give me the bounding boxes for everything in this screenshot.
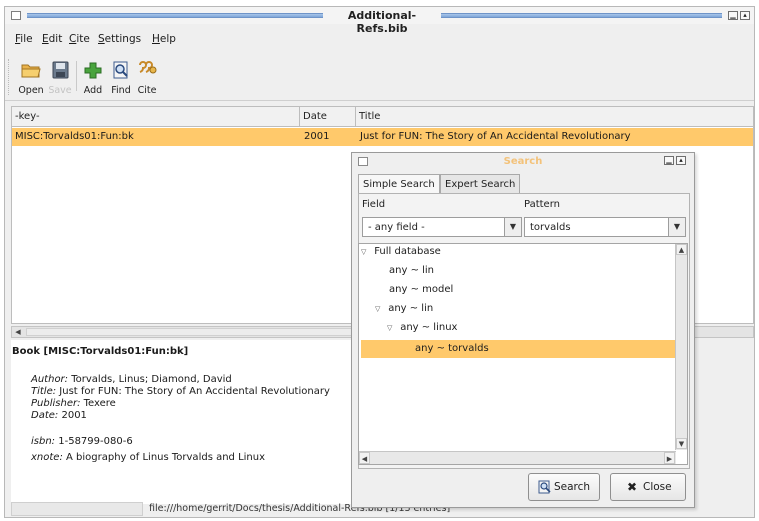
title-stripe-right bbox=[441, 13, 722, 18]
preview-date: Date: 2001 bbox=[31, 410, 87, 421]
scrollbar-thumb[interactable] bbox=[26, 328, 356, 336]
tree-horizontal-scrollbar[interactable]: ◀ ▶ bbox=[359, 451, 676, 464]
table-header: -key- Date Title bbox=[12, 107, 753, 127]
scroll-left-icon[interactable]: ◀ bbox=[359, 452, 370, 464]
field-select[interactable]: - any field - ▼ bbox=[362, 217, 522, 237]
menu-bar: File Edit Cite Settings Help bbox=[5, 29, 754, 49]
cell-title: Just for FUN: The Story of An Accidental… bbox=[360, 131, 631, 142]
menu-help[interactable]: Help bbox=[152, 33, 176, 45]
preview-title: Title: Just for FUN: The Story of An Acc… bbox=[31, 386, 330, 397]
column-header-date[interactable]: Date bbox=[300, 107, 356, 126]
search-history-tree: ▽ Full database any ~ lin any ~ model ▽ … bbox=[358, 243, 688, 465]
scroll-left-icon[interactable]: ◀ bbox=[13, 327, 23, 337]
save-label: Save bbox=[48, 85, 72, 96]
tree-node[interactable]: ▽ any ~ linux bbox=[387, 322, 675, 340]
preview-header: Book [MISC:Torvalds01:Fun:bk] bbox=[12, 346, 189, 357]
scroll-right-icon[interactable]: ▶ bbox=[664, 452, 675, 464]
expander-open-icon[interactable]: ▽ bbox=[375, 305, 385, 313]
column-header-title[interactable]: Title bbox=[356, 107, 753, 126]
preview-isbn: isbn: 1-58799-080-6 bbox=[31, 436, 133, 447]
status-progress bbox=[11, 502, 143, 516]
table-row[interactable]: MISC:Torvalds01:Fun:bk 2001 Just for FUN… bbox=[12, 128, 753, 146]
tree-node-full-database[interactable]: ▽ Full database bbox=[361, 246, 675, 264]
entry-preview: Book [MISC:Torvalds01:Fun:bk] Author: To… bbox=[11, 340, 357, 504]
tree-node[interactable]: any ~ model bbox=[389, 284, 675, 302]
expander-open-icon[interactable]: ▽ bbox=[387, 324, 397, 332]
close-button-label: Close bbox=[643, 481, 672, 493]
tree-node[interactable]: any ~ lin bbox=[389, 265, 675, 283]
save-button[interactable]: Save bbox=[45, 59, 75, 99]
toolbar-separator bbox=[76, 61, 77, 91]
menu-edit[interactable]: Edit bbox=[42, 33, 62, 45]
toolbar-grip[interactable] bbox=[8, 59, 12, 95]
field-label: Field bbox=[362, 199, 386, 210]
minimize-icon[interactable]: ▁ bbox=[728, 11, 738, 20]
search-button-label: Search bbox=[554, 481, 591, 493]
tab-simple-search[interactable]: Simple Search bbox=[358, 174, 440, 194]
menu-file[interactable]: File bbox=[15, 33, 33, 45]
pattern-combo-value: torvalds bbox=[530, 222, 571, 233]
dialog-maximize-icon[interactable]: ▴ bbox=[676, 156, 686, 165]
expander-open-icon[interactable]: ▽ bbox=[361, 248, 371, 256]
menu-settings[interactable]: Settings bbox=[98, 33, 141, 45]
dialog-title: Search bbox=[503, 156, 543, 167]
search-icon bbox=[538, 480, 551, 494]
close-button[interactable]: ✖ Close bbox=[610, 473, 686, 501]
tree-node[interactable]: ▽ any ~ lin bbox=[375, 303, 675, 321]
tree-node-selected[interactable]: any ~ torvalds bbox=[361, 340, 675, 358]
tab-expert-search[interactable]: Expert Search bbox=[440, 174, 521, 193]
cite-label: Cite bbox=[137, 85, 157, 96]
cell-key: MISC:Torvalds01:Fun:bk bbox=[15, 131, 134, 142]
add-label: Add bbox=[83, 85, 103, 96]
preview-xnote: xnote: A biography of Linus Torvalds and… bbox=[31, 452, 266, 463]
pattern-combo[interactable]: torvalds ▼ bbox=[524, 217, 686, 237]
window-menu-icon[interactable] bbox=[11, 11, 21, 20]
tree-vertical-scrollbar[interactable]: ▲ ▼ bbox=[675, 244, 687, 450]
chevron-down-icon[interactable]: ▼ bbox=[504, 218, 521, 236]
folder-icon bbox=[21, 64, 41, 78]
add-button[interactable]: Add bbox=[78, 59, 108, 99]
floppy-icon bbox=[52, 61, 69, 79]
field-select-value: - any field - bbox=[368, 222, 425, 233]
cite-button[interactable]: Cite bbox=[132, 59, 162, 99]
search-dialog: Search ▁ ▴ Simple Search Expert Search F… bbox=[351, 152, 695, 508]
chevron-down-icon[interactable]: ▼ bbox=[668, 218, 685, 236]
column-header-key[interactable]: -key- bbox=[12, 107, 300, 126]
title-bar[interactable]: Additional-Refs.bib ▁ ▴ bbox=[5, 7, 754, 35]
open-button[interactable]: Open bbox=[16, 59, 46, 99]
preview-publisher: Publisher: Texere bbox=[31, 398, 116, 409]
close-icon: ✖ bbox=[627, 480, 638, 494]
title-stripe-left bbox=[27, 13, 323, 18]
open-label: Open bbox=[18, 85, 44, 96]
cite-icon bbox=[139, 61, 157, 74]
toolbar: Open Save Add Find Cite bbox=[5, 51, 754, 101]
pattern-label: Pattern bbox=[524, 199, 560, 210]
scroll-up-icon[interactable]: ▲ bbox=[676, 244, 687, 255]
search-button[interactable]: Search bbox=[528, 473, 600, 501]
find-icon bbox=[113, 61, 128, 79]
maximize-icon[interactable]: ▴ bbox=[740, 11, 750, 20]
cell-date: 2001 bbox=[304, 131, 330, 142]
menu-cite[interactable]: Cite bbox=[69, 33, 90, 45]
preview-author: Author: Torvalds, Linus; Diamond, David bbox=[31, 374, 232, 385]
plus-icon bbox=[84, 62, 102, 79]
scroll-down-icon[interactable]: ▼ bbox=[676, 438, 687, 449]
dialog-title-bar[interactable]: Search ▁ ▴ bbox=[352, 153, 694, 170]
dialog-minimize-icon[interactable]: ▁ bbox=[664, 156, 674, 165]
